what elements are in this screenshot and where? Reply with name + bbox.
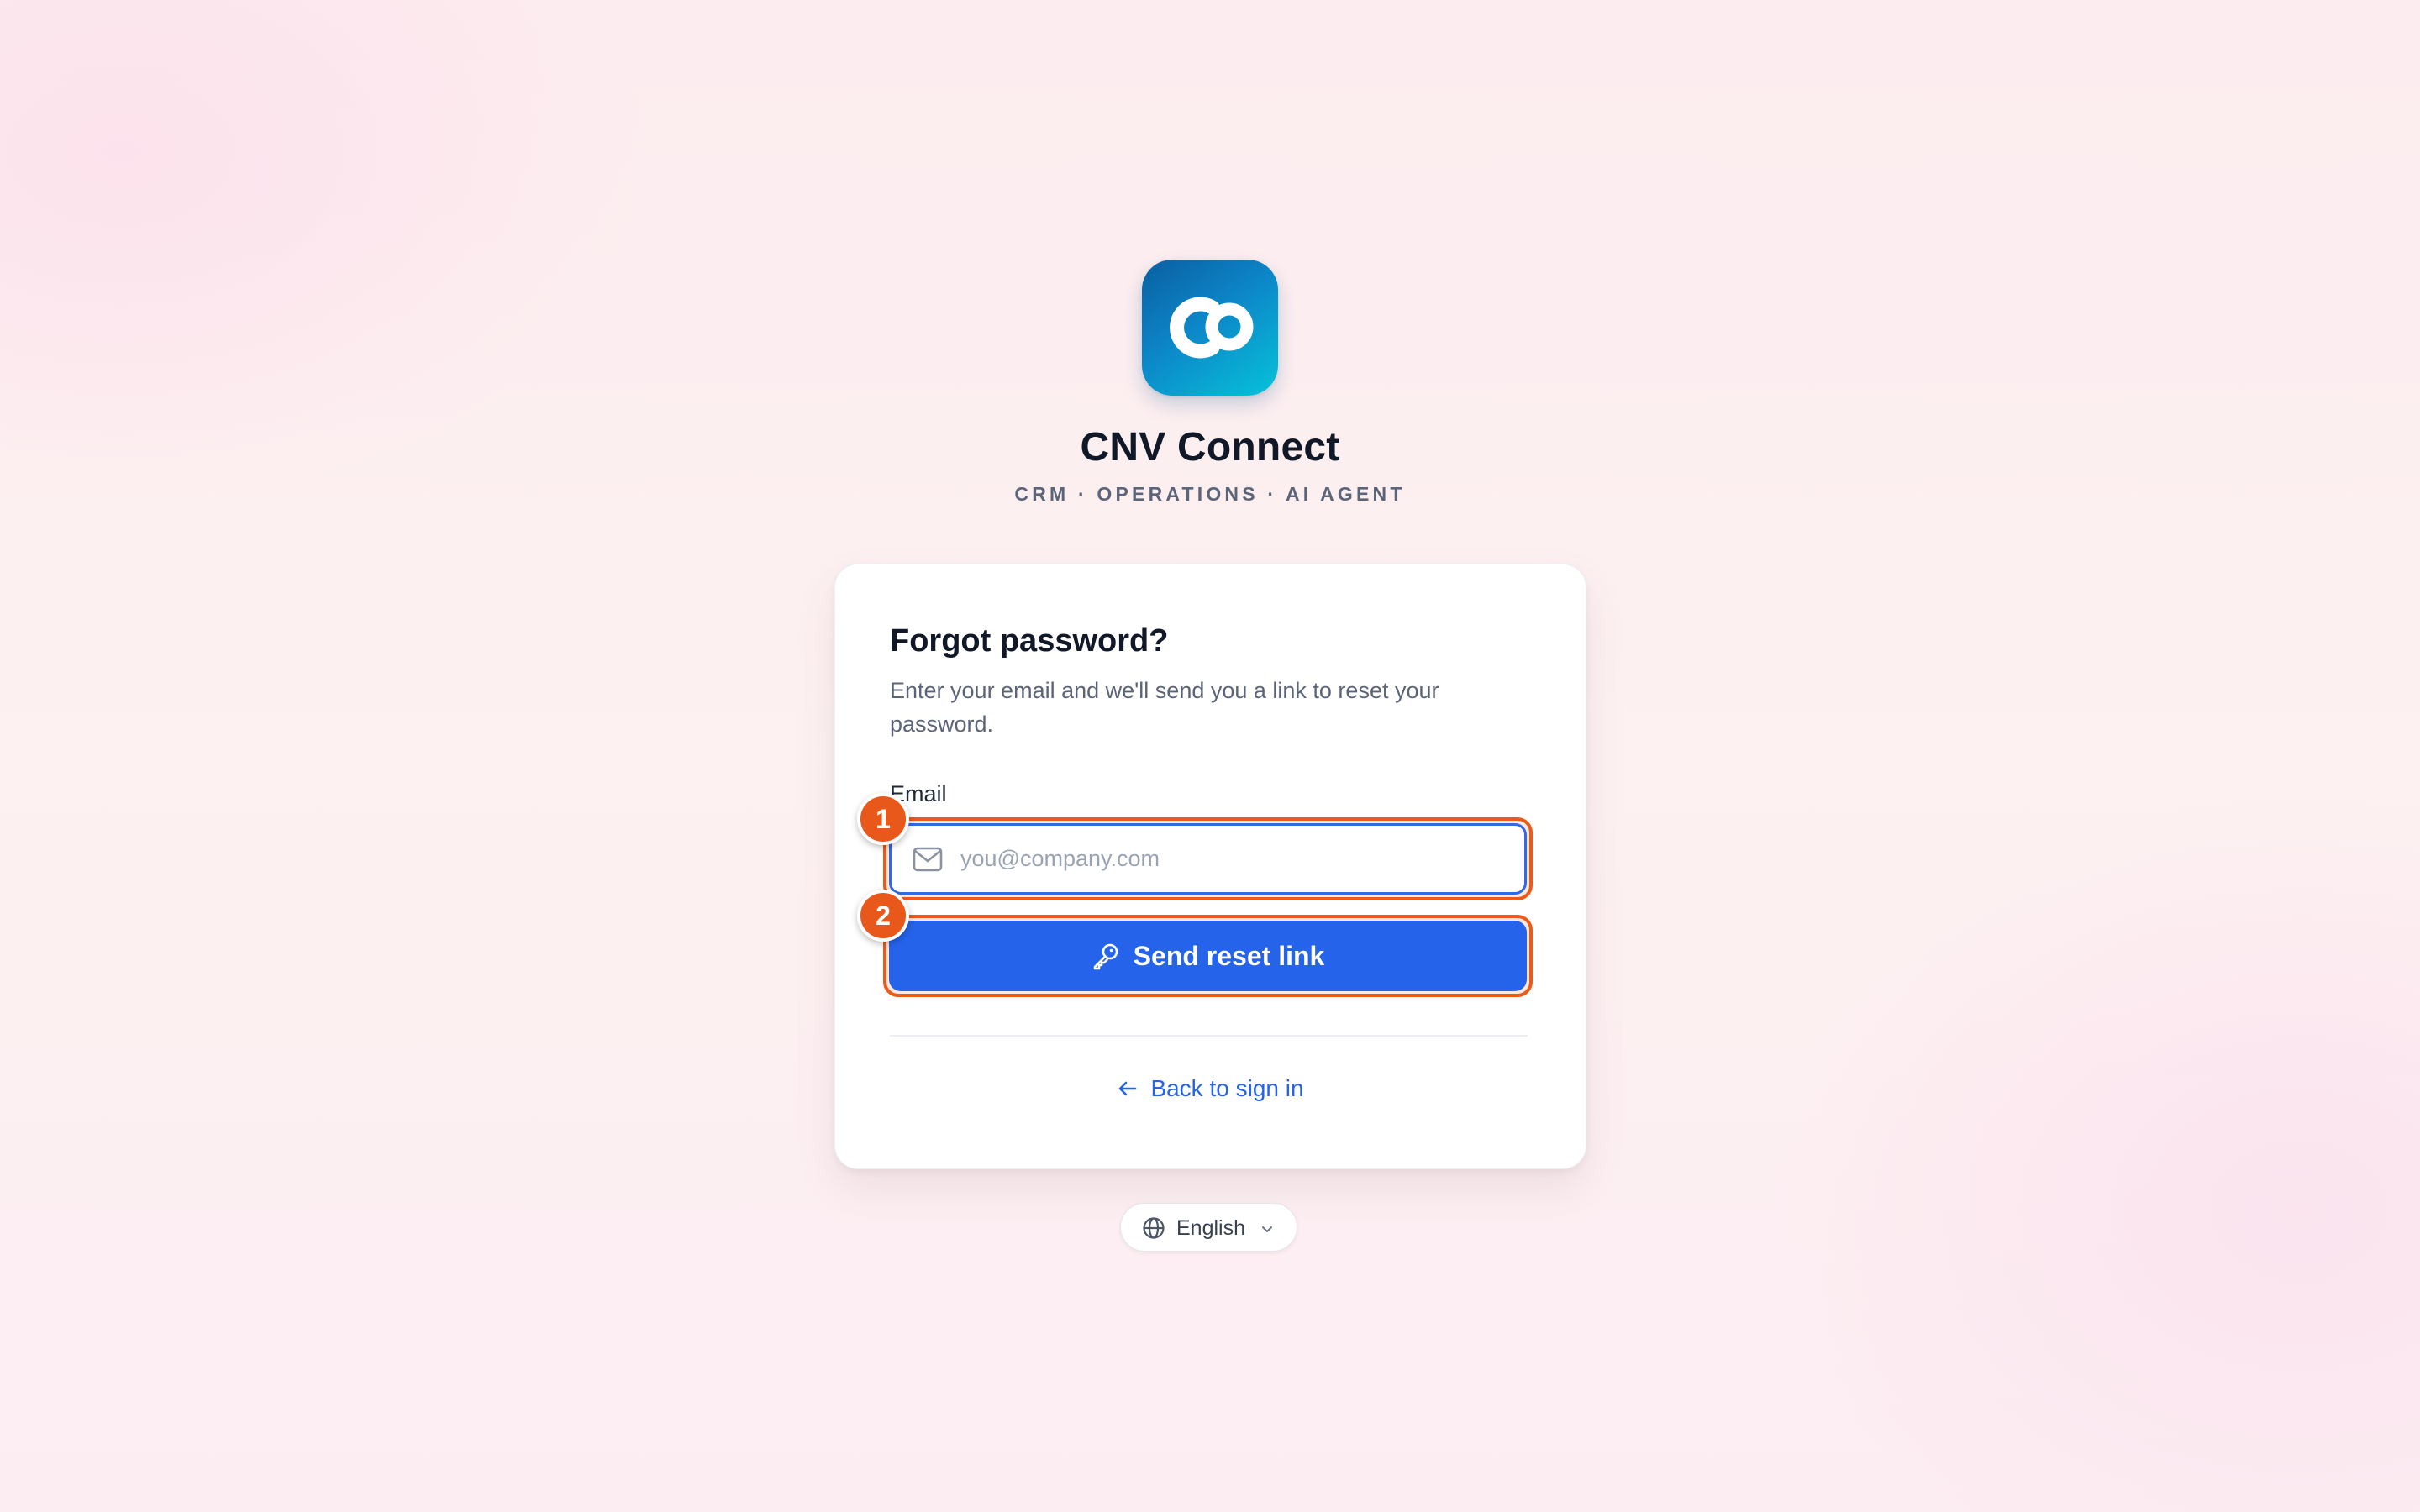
arrow-left-icon bbox=[1119, 1081, 1137, 1096]
key-icon bbox=[1093, 943, 1118, 970]
globe-icon bbox=[1143, 1217, 1165, 1239]
language-label: English bbox=[1176, 1216, 1245, 1240]
send-reset-link-button[interactable]: Send reset link bbox=[889, 921, 1527, 991]
card-title: Forgot password? bbox=[890, 623, 1169, 659]
email-field[interactable] bbox=[889, 823, 1527, 895]
back-link-label: Back to sign in bbox=[1150, 1075, 1304, 1101]
cnv-connect-logo-icon bbox=[1142, 260, 1278, 396]
step-marker-2: 2 bbox=[857, 890, 909, 942]
forgot-password-card: Forgot password? Enter your email and we… bbox=[834, 564, 1586, 1169]
card-description: Enter your email and we'll send you a li… bbox=[890, 678, 1439, 737]
language-selector[interactable]: English bbox=[1120, 1203, 1297, 1252]
chevron-down-icon bbox=[1262, 1226, 1272, 1232]
mail-icon bbox=[913, 847, 943, 872]
send-button-label: Send reset link bbox=[1133, 940, 1325, 971]
app-tagline: CRM · OPERATIONS · AI AGENT bbox=[1014, 483, 1406, 505]
email-input[interactable] bbox=[959, 832, 1508, 885]
step-marker-1: 1 bbox=[857, 793, 909, 845]
app-title: CNV Connect bbox=[1080, 425, 1340, 470]
back-to-sign-in-link[interactable]: Back to sign in bbox=[835, 1075, 1586, 1102]
divider bbox=[890, 1035, 1528, 1037]
